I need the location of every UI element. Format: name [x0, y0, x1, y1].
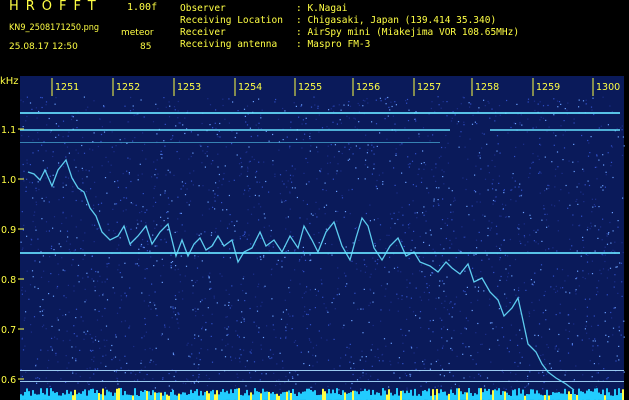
carrier-line-7 [20, 381, 624, 382]
x-tick: 1254 [238, 82, 262, 93]
x-tick: 1255 [298, 82, 322, 93]
meteor-echo-trace [27, 158, 575, 391]
carrier-line-5 [20, 252, 620, 254]
x-tick: 1251 [55, 82, 79, 93]
y-tick: 1.1 [1, 125, 16, 136]
x-tick: 1257 [417, 82, 441, 93]
x-tick: 1259 [536, 82, 560, 93]
carrier-lines [20, 112, 624, 382]
y-axis-ticks: 1.1 1.0 0.9 0.8 0.7 0.6 [1, 125, 16, 386]
y-tick: 0.8 [1, 275, 16, 286]
x-tick: 1300 [596, 82, 620, 93]
noise-layer [20, 96, 625, 391]
x-axis-ticks: 1251 1252 1253 1254 1255 1256 1257 1258 … [55, 82, 620, 93]
y-tick: 0.9 [1, 225, 16, 236]
carrier-line-3 [490, 129, 620, 131]
carrier-line-2 [20, 129, 450, 131]
x-tick: 1258 [475, 82, 499, 93]
y-tick: 0.6 [1, 375, 16, 386]
y-tick: 1.0 [1, 175, 16, 186]
y-tick: 0.7 [1, 325, 16, 336]
bottom-level-bar [20, 388, 624, 400]
x-tick: 1256 [356, 82, 380, 93]
carrier-line-6 [20, 370, 624, 371]
x-tick: 1252 [116, 82, 140, 93]
carrier-line-1 [20, 112, 620, 114]
spectrogram-overlay: kHz 1.1 1.0 0.9 0.8 0.7 0.6 1251 1252 12… [0, 76, 625, 400]
carrier-line-4 [20, 142, 440, 143]
y-axis-unit: kHz [0, 76, 19, 87]
x-tick: 1253 [177, 82, 201, 93]
